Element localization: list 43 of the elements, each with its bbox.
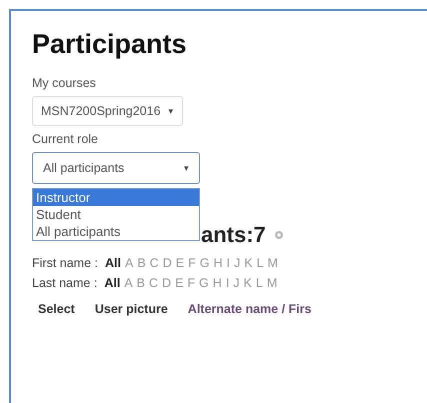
initial-filter-link[interactable]: A [124,256,134,270]
dropdown-option[interactable]: Instructor [33,189,199,206]
filter-label: First name : [32,256,98,270]
initial-filter-link[interactable]: H [213,256,222,270]
column-header-link[interactable]: Alternate name / Firs [188,302,312,316]
initial-filter-link[interactable]: G [200,256,210,270]
initial-filter-link[interactable]: K [244,276,252,290]
section-heading: ants:7 [201,222,266,248]
initial-filter-link[interactable]: J [234,256,240,270]
course-select[interactable]: MSN7200Spring2016 ▾ [32,96,183,126]
initial-filter-link[interactable]: J [233,276,240,290]
role-select[interactable]: All participants ▾ [32,152,200,184]
dropdown-option[interactable]: All participants [33,223,199,240]
initial-filter-link[interactable]: A [124,276,133,290]
settings-icon[interactable] [274,230,284,240]
initial-filter-link[interactable]: B [136,276,145,290]
initial-filter-link[interactable]: I [226,276,230,290]
initial-filter-link[interactable]: All [105,256,121,270]
filter-label: Last name : [32,276,98,290]
initial-filter-link[interactable]: H [212,276,222,290]
initial-filter-link[interactable]: E [175,276,184,290]
field-label: Current role [32,132,99,146]
initial-filter-link[interactable]: G [199,276,209,290]
column-header: User picture [94,302,168,316]
initial-filter-link[interactable]: M [266,276,278,290]
initial-filter-link[interactable]: All [104,276,120,290]
initial-filter-link[interactable]: C [149,276,158,290]
initial-filter-link[interactable]: E [176,256,184,270]
initial-filter-link[interactable]: L [256,256,264,270]
initial-filter-link[interactable]: D [162,276,172,290]
field-label: My courses [32,76,97,90]
initial-filter-link[interactable]: D [162,256,172,270]
page-title: Participants [32,29,188,60]
initial-filter-link[interactable]: L [256,276,263,290]
initial-filter-link[interactable]: F [188,256,196,270]
dropdown-option[interactable]: Student [33,206,199,223]
initial-filter-link[interactable]: K [244,256,253,270]
initial-filter-link[interactable]: B [137,256,146,270]
column-header: Select [38,302,75,316]
initial-filter-link[interactable]: C [150,256,159,270]
initial-filter-link[interactable]: F [187,276,196,290]
initial-filter-link[interactable]: M [268,256,278,270]
initial-filter-link[interactable]: I [226,256,230,270]
